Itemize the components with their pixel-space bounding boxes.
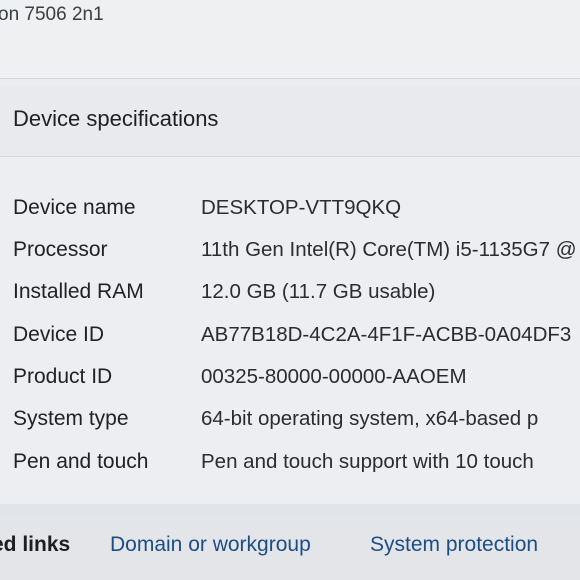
system-protection-link[interactable]: System protection xyxy=(370,533,538,557)
spec-row-device-name: Device name DESKTOP-VTT9QKQ xyxy=(0,188,580,228)
related-links-label: ed links xyxy=(0,533,71,556)
device-model-name: on 7506 2n1 xyxy=(0,4,104,25)
spec-label: Pen and touch xyxy=(13,450,149,473)
spec-row-product-id: Product ID 00325-80000-00000-AAOEM xyxy=(0,357,580,397)
spec-value: 12.0 GB (11.7 GB usable) xyxy=(201,280,436,303)
spec-value: DESKTOP-VTT9QKQ xyxy=(201,196,402,219)
related-links-bar: ed links Domain or workgroup System prot… xyxy=(0,516,580,580)
spec-value: Pen and touch support with 10 touch xyxy=(201,450,534,473)
spec-label: Device ID xyxy=(13,323,105,346)
spec-label: Processor xyxy=(13,238,108,261)
spec-row-device-id: Device ID AB77B18D-4C2A-4F1F-ACBB-0A04DF… xyxy=(0,315,580,355)
device-header-panel: on 7506 2n1 xyxy=(0,0,580,79)
spec-row-system-type: System type 64-bit operating system, x64… xyxy=(0,399,580,439)
spec-value: AB77B18D-4C2A-4F1F-ACBB-0A04DF3 xyxy=(201,323,572,346)
spec-row-pen-and-touch: Pen and touch Pen and touch support with… xyxy=(0,442,580,482)
device-specifications-card: Device specifications Device name DESKTO… xyxy=(0,86,580,504)
spec-label: Device name xyxy=(13,196,136,219)
spec-row-processor: Processor 11th Gen Intel(R) Core(TM) i5-… xyxy=(0,230,580,270)
spec-label: Product ID xyxy=(13,365,113,388)
spec-row-installed-ram: Installed RAM 12.0 GB (11.7 GB usable) xyxy=(0,272,580,312)
device-specifications-header[interactable]: Device specifications xyxy=(0,86,580,157)
spec-value: 64-bit operating system, x64-based p xyxy=(201,407,539,430)
device-specifications-title: Device specifications xyxy=(13,106,219,131)
domain-or-workgroup-link[interactable]: Domain or workgroup xyxy=(110,533,311,557)
settings-about-screen: on 7506 2n1 Device specifications Device… xyxy=(0,0,580,580)
spec-value: 11th Gen Intel(R) Core(TM) i5-1135G7 @ xyxy=(201,238,577,261)
spec-label: Installed RAM xyxy=(13,280,144,303)
spec-label: System type xyxy=(13,407,129,430)
spec-value: 00325-80000-00000-AAOEM xyxy=(201,365,467,388)
